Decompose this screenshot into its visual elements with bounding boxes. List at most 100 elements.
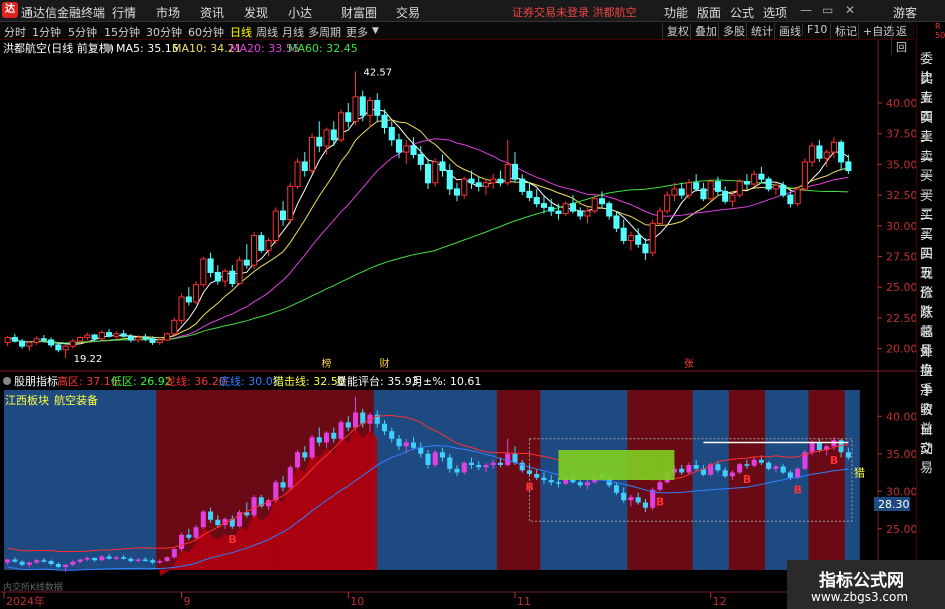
ind-candle xyxy=(287,467,293,488)
ind-candle xyxy=(280,482,286,488)
sector-tag-aviation[interactable]: 航空装备 xyxy=(54,393,98,407)
zone-band xyxy=(772,390,781,570)
zone-band xyxy=(170,390,179,570)
low-annotation: 19.22 xyxy=(74,354,103,365)
candle xyxy=(200,258,207,286)
candle xyxy=(352,96,359,122)
ind-y-tick-label: 40.00 xyxy=(886,410,916,423)
zone-band xyxy=(750,390,759,570)
legend-dragon: 龙线: 36.20 xyxy=(165,374,226,388)
candle xyxy=(562,203,569,214)
candle xyxy=(453,188,461,196)
ma60-legend: MA60: 32.45 xyxy=(288,42,358,55)
zone-band xyxy=(815,390,824,570)
ind-candle xyxy=(208,511,214,520)
zone-band xyxy=(453,390,462,570)
candle xyxy=(642,243,649,254)
minimize-icon[interactable]: — xyxy=(800,3,812,17)
ind-candle xyxy=(512,453,518,463)
ind-candle xyxy=(744,464,750,466)
ind-candle xyxy=(534,474,540,478)
candle xyxy=(424,163,432,184)
candle xyxy=(91,334,98,340)
y-tick-label: 25.00 xyxy=(886,281,916,294)
ind-candle xyxy=(34,560,40,563)
zone-band xyxy=(431,390,440,570)
menu-layout[interactable]: 版面 xyxy=(697,4,721,21)
candle xyxy=(19,340,26,347)
ind-candle xyxy=(505,453,511,465)
menu-market[interactable]: 市场 xyxy=(156,4,180,21)
candle xyxy=(294,161,301,187)
restore-icon[interactable]: ▭ xyxy=(822,3,833,17)
sector-tag-jiangxi[interactable]: 江西板块 xyxy=(5,393,49,407)
menu-discover[interactable]: 发现 xyxy=(244,4,268,21)
green-zone xyxy=(558,450,675,480)
ma5-legend: MA5: 35.15 xyxy=(116,42,179,55)
ind-candle xyxy=(338,422,344,439)
indicator-settings-icon[interactable] xyxy=(3,377,11,385)
zone-band xyxy=(54,390,63,570)
menu-function[interactable]: 功能 xyxy=(664,4,688,21)
ind-candle xyxy=(128,558,134,561)
ind-candle xyxy=(809,442,815,453)
candle xyxy=(555,210,562,215)
close-icon[interactable]: ✕ xyxy=(845,3,855,17)
candle xyxy=(229,270,236,284)
menu-xiaoda[interactable]: 小达 xyxy=(288,4,312,21)
ind-candle xyxy=(113,557,119,559)
candle xyxy=(222,270,229,282)
menu-trade[interactable]: 交易 xyxy=(396,4,420,21)
zone-band xyxy=(692,390,701,570)
candle xyxy=(504,163,511,184)
zone-band xyxy=(438,390,447,570)
menu-options[interactable]: 选项 xyxy=(763,4,787,21)
zone-band xyxy=(417,390,425,570)
ind-candle xyxy=(142,559,148,561)
zone-band xyxy=(765,390,773,570)
zone-band xyxy=(678,390,686,570)
event-marker: 财 xyxy=(380,357,390,370)
candle xyxy=(606,203,613,217)
ind-candle xyxy=(635,497,641,503)
login-notice: 证券交易未登录 洪都航空 xyxy=(512,6,637,19)
kline-chart[interactable]: 20.00 22.50 25.00 27.50 30.00 32.50 35.00 37.50… xyxy=(0,22,916,609)
ma-line-ma5 xyxy=(7,108,849,345)
ind-candle xyxy=(548,480,554,483)
app-logo-icon: 达 xyxy=(2,2,18,18)
ind-candle xyxy=(584,482,590,486)
ind-candle xyxy=(171,549,177,558)
hunt-tag: 猎 xyxy=(854,466,865,480)
ind-candle xyxy=(613,485,619,493)
user-label[interactable]: 游客 xyxy=(893,4,917,21)
candle xyxy=(678,188,685,196)
candle xyxy=(598,198,605,205)
candle xyxy=(69,340,76,347)
ind-candle xyxy=(193,527,199,538)
candle xyxy=(751,173,758,185)
current-price-tag: 28.30 xyxy=(878,498,910,511)
candle xyxy=(838,141,845,163)
settings-icon[interactable] xyxy=(104,44,112,52)
menu-quotes[interactable]: 行情 xyxy=(112,4,136,21)
y-tick-label: 35.00 xyxy=(886,158,916,171)
ind-candle xyxy=(135,559,141,561)
ind-candle xyxy=(63,564,69,567)
candle xyxy=(381,114,388,129)
menu-wealth[interactable]: 财富圈 xyxy=(341,4,377,21)
quote-field-label[interactable]: 交易 xyxy=(920,438,945,476)
indicator-panel: 25.0030.0035.0040.00BBBBBB28.30猎14:5614:… xyxy=(4,390,916,576)
candle xyxy=(591,198,598,212)
zone-band xyxy=(801,390,810,570)
zone-band xyxy=(119,390,128,570)
buy-marker: B xyxy=(525,480,533,493)
menu-news[interactable]: 资讯 xyxy=(200,4,224,21)
buy-marker: B xyxy=(656,495,664,508)
ma-line-ma60 xyxy=(7,179,849,344)
zone-band xyxy=(409,390,418,570)
ind-candle xyxy=(389,431,395,439)
zone-band xyxy=(112,390,121,570)
menu-formula[interactable]: 公式 xyxy=(730,4,754,21)
candle xyxy=(243,259,250,266)
x-tick-label: 10 xyxy=(350,595,364,608)
